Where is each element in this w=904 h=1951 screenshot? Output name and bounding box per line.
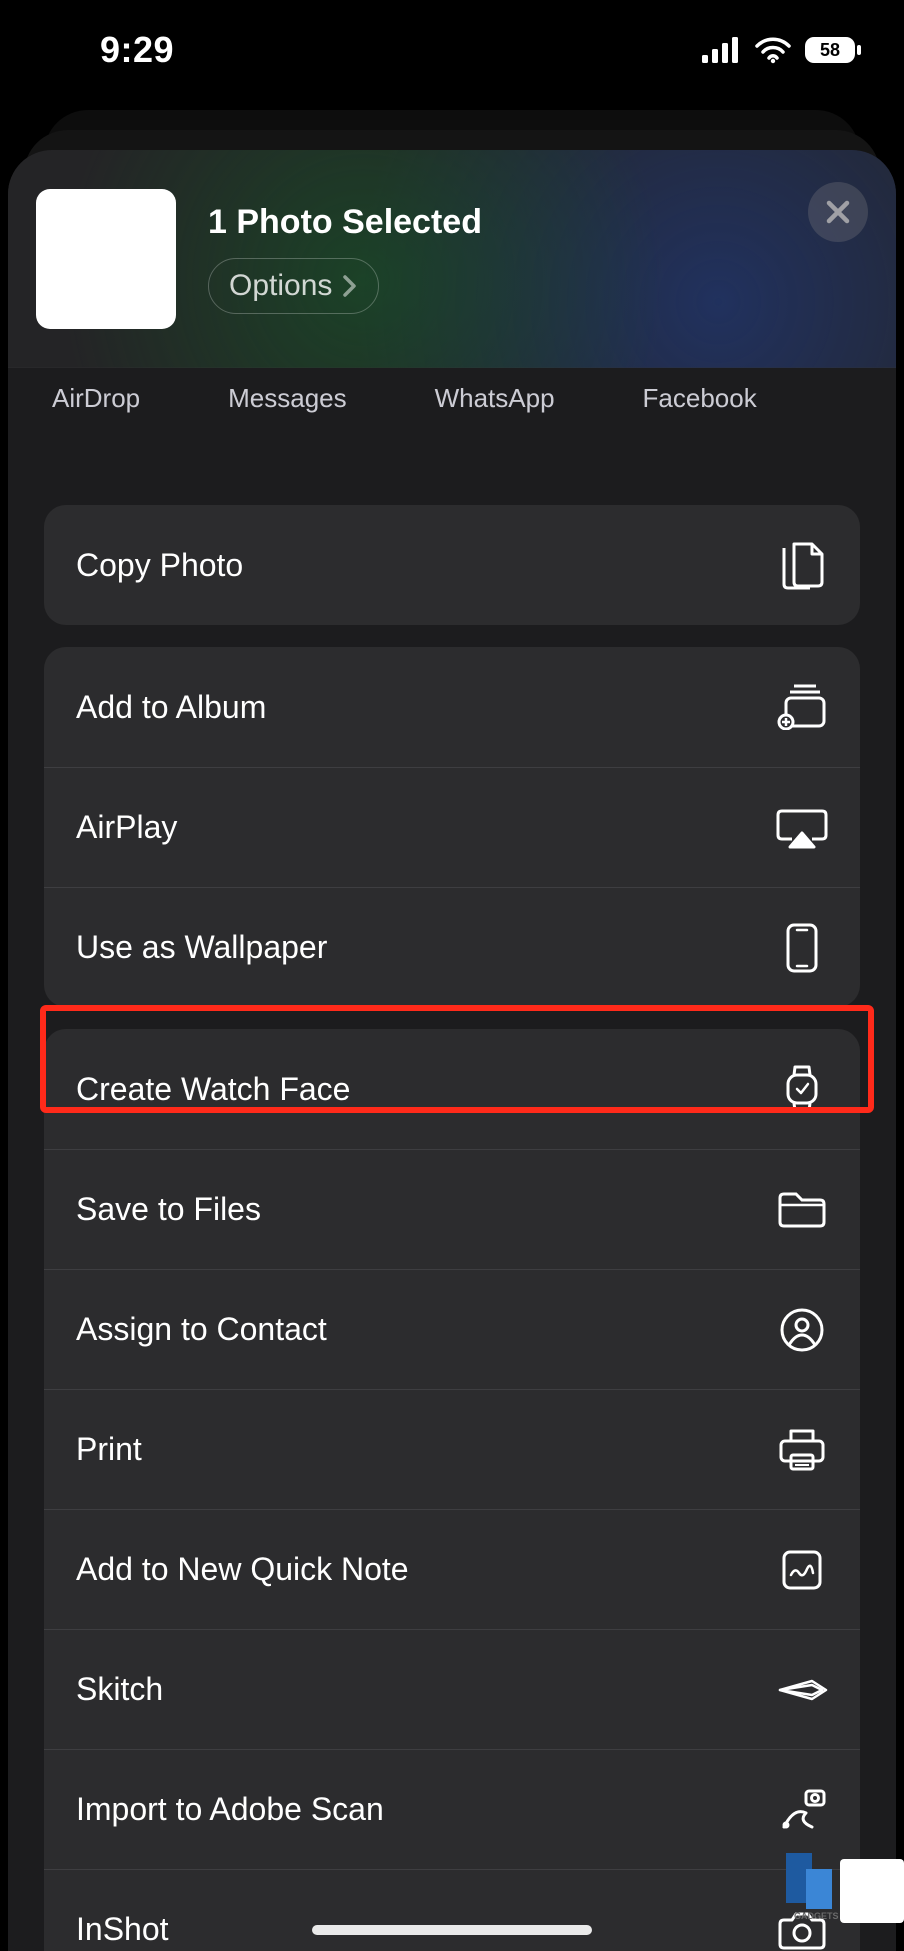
close-icon [824, 198, 852, 226]
battery-text: 58 [820, 40, 840, 60]
watch-icon [776, 1063, 828, 1115]
battery-icon: 58 [804, 36, 862, 64]
airdrop-app[interactable]: AirDrop [52, 383, 140, 414]
options-button[interactable]: Options [208, 258, 379, 314]
airplay-row[interactable]: AirPlay [44, 767, 860, 887]
sheet-title: 1 Photo Selected [208, 203, 482, 242]
use-as-wallpaper-row[interactable]: Use as Wallpaper [44, 887, 860, 1007]
adobe-scan-icon [776, 1784, 828, 1836]
create-watch-face-row[interactable]: Create Watch Face [44, 1029, 860, 1149]
status-time: 9:29 [100, 29, 174, 71]
wifi-icon [754, 36, 792, 64]
action-group: Copy Photo [44, 505, 860, 625]
messages-app[interactable]: Messages [228, 383, 347, 414]
chevron-right-icon [342, 274, 358, 298]
row-label: AirPlay [76, 809, 177, 846]
actions-list[interactable]: Copy Photo Add to Album AirPlay [8, 445, 896, 1951]
row-label: Add to Album [76, 689, 266, 726]
cellular-icon [702, 37, 742, 63]
watermark-logo-icon: GADGETS [776, 1843, 846, 1923]
airplay-icon [776, 802, 828, 854]
row-label: Use as Wallpaper [76, 929, 327, 966]
options-label: Options [229, 269, 332, 303]
share-sheet: 1 Photo Selected Options AirDrop Message… [8, 150, 896, 1951]
status-bar: 9:29 58 [0, 0, 904, 90]
row-label: Skitch [76, 1671, 163, 1708]
assign-to-contact-row[interactable]: Assign to Contact [44, 1269, 860, 1389]
save-to-files-row[interactable]: Save to Files [44, 1149, 860, 1269]
row-label: Save to Files [76, 1191, 261, 1228]
facebook-app[interactable]: Facebook [643, 383, 757, 414]
home-indicator[interactable] [312, 1925, 592, 1935]
row-label: InShot [76, 1911, 169, 1948]
row-label: Print [76, 1431, 142, 1468]
skitch-row[interactable]: Skitch [44, 1629, 860, 1749]
skitch-icon [776, 1664, 828, 1716]
watermark: GADGETS [776, 1843, 904, 1923]
whatsapp-app[interactable]: WhatsApp [435, 383, 555, 414]
row-label: Assign to Contact [76, 1311, 327, 1348]
svg-text:GADGETS: GADGETS [794, 1911, 839, 1921]
phone-icon [776, 922, 828, 974]
folder-icon [776, 1184, 828, 1236]
photo-thumbnail[interactable] [36, 189, 176, 329]
close-button[interactable] [808, 182, 868, 242]
share-sheet-header: 1 Photo Selected Options [8, 150, 896, 368]
copy-icon [776, 539, 828, 591]
status-icons: 58 [702, 36, 862, 64]
copy-photo-row[interactable]: Copy Photo [44, 505, 860, 625]
action-group: Add to Album AirPlay Use as Wallpaper [44, 647, 860, 1007]
add-to-album-row[interactable]: Add to Album [44, 647, 860, 767]
row-label: Create Watch Face [76, 1071, 350, 1108]
row-label: Copy Photo [76, 547, 243, 584]
print-icon [776, 1424, 828, 1476]
row-label: Import to Adobe Scan [76, 1791, 384, 1828]
quick-note-icon [776, 1544, 828, 1596]
add-to-quick-note-row[interactable]: Add to New Quick Note [44, 1509, 860, 1629]
print-row[interactable]: Print [44, 1389, 860, 1509]
action-group: Create Watch Face Save to Files Assign t… [44, 1029, 860, 1951]
row-label: Add to New Quick Note [76, 1551, 409, 1588]
share-app-row[interactable]: AirDrop Messages WhatsApp Facebook . [8, 368, 896, 444]
import-adobe-scan-row[interactable]: Import to Adobe Scan [44, 1749, 860, 1869]
inshot-row[interactable]: InShot [44, 1869, 860, 1951]
contact-icon [776, 1304, 828, 1356]
album-add-icon [776, 681, 828, 733]
